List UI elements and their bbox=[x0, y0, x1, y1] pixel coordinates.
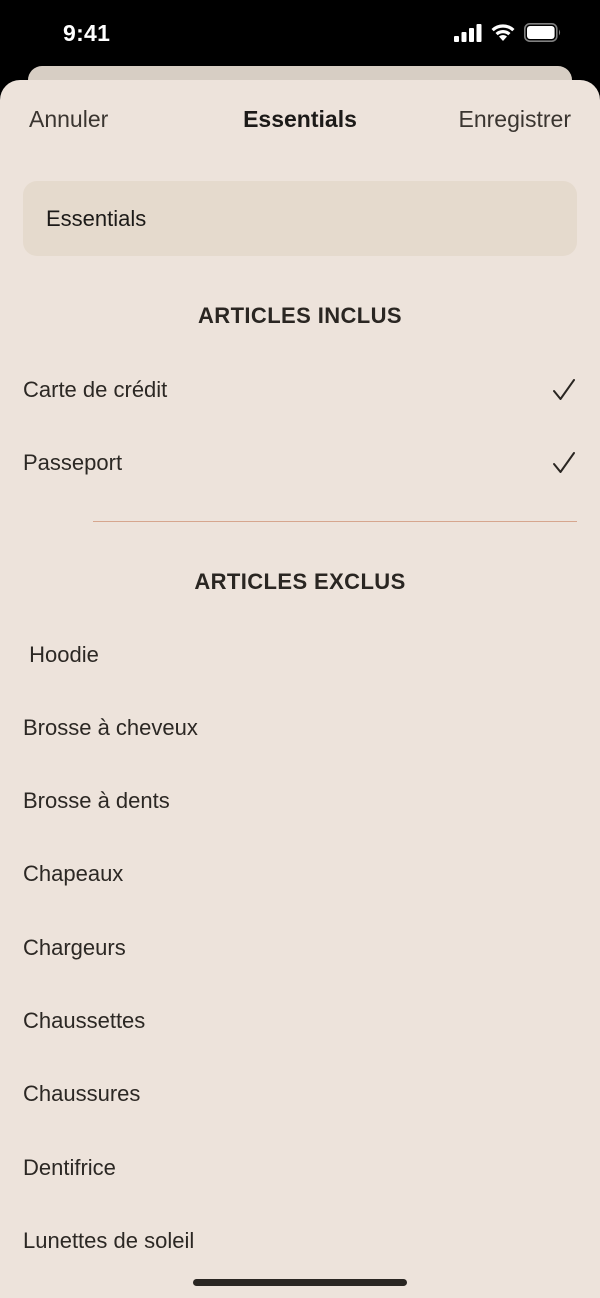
included-section-header: ARTICLES INCLUS bbox=[198, 303, 402, 328]
section-divider bbox=[93, 521, 577, 522]
item-label: Passeport bbox=[23, 449, 123, 475]
item-label: Lunettes de soleil bbox=[23, 1227, 195, 1253]
item-label: Brosse à dents bbox=[23, 788, 170, 814]
wifi-icon bbox=[490, 23, 516, 47]
included-item-row[interactable]: Carte de crédit bbox=[0, 353, 600, 426]
item-label: Chapeaux bbox=[23, 861, 124, 887]
navigation-bar: Annuler Essentials Enregistrer bbox=[0, 80, 600, 162]
item-label: Chaussures bbox=[23, 1081, 141, 1107]
excluded-item-row[interactable]: Chaussures bbox=[0, 1058, 600, 1131]
item-label: Chaussettes bbox=[23, 1008, 146, 1033]
item-label: Dentifrice bbox=[23, 1154, 116, 1180]
excluded-item-row[interactable]: Chargeurs bbox=[0, 911, 600, 984]
item-label: Carte de crédit bbox=[23, 376, 168, 402]
status-icons bbox=[454, 22, 562, 48]
excluded-item-row[interactable]: Brosse à dents bbox=[0, 765, 600, 838]
home-indicator bbox=[193, 1279, 407, 1286]
item-label: Brosse à cheveux bbox=[23, 714, 198, 740]
status-time: 9:41 bbox=[63, 20, 111, 46]
included-item-row[interactable]: Passeport bbox=[0, 426, 600, 499]
save-button[interactable]: Enregistrer bbox=[459, 106, 571, 133]
list-name-input[interactable] bbox=[23, 181, 577, 256]
excluded-item-row[interactable]: Lunettes de soleil bbox=[0, 1204, 600, 1277]
cellular-signal-icon bbox=[454, 23, 482, 47]
checkmark-icon bbox=[552, 451, 576, 475]
excluded-item-row[interactable]: Hoodie bbox=[0, 618, 600, 691]
excluded-section-header: ARTICLES EXCLUS bbox=[194, 569, 406, 594]
excluded-item-row[interactable]: Chaussettes bbox=[0, 985, 600, 1058]
edit-list-sheet: Annuler Essentials Enregistrer ARTICLES … bbox=[0, 80, 600, 1298]
excluded-item-row[interactable]: Dentifrice bbox=[0, 1131, 600, 1204]
item-label: Chargeurs bbox=[23, 934, 126, 960]
item-label: Hoodie bbox=[23, 641, 99, 667]
checkmark-icon bbox=[552, 378, 576, 402]
excluded-item-row[interactable]: Chapeaux bbox=[0, 838, 600, 911]
battery-icon bbox=[524, 23, 562, 47]
status-bar: 9:41 bbox=[0, 0, 600, 66]
excluded-item-row[interactable]: Brosse à cheveux bbox=[0, 691, 600, 764]
